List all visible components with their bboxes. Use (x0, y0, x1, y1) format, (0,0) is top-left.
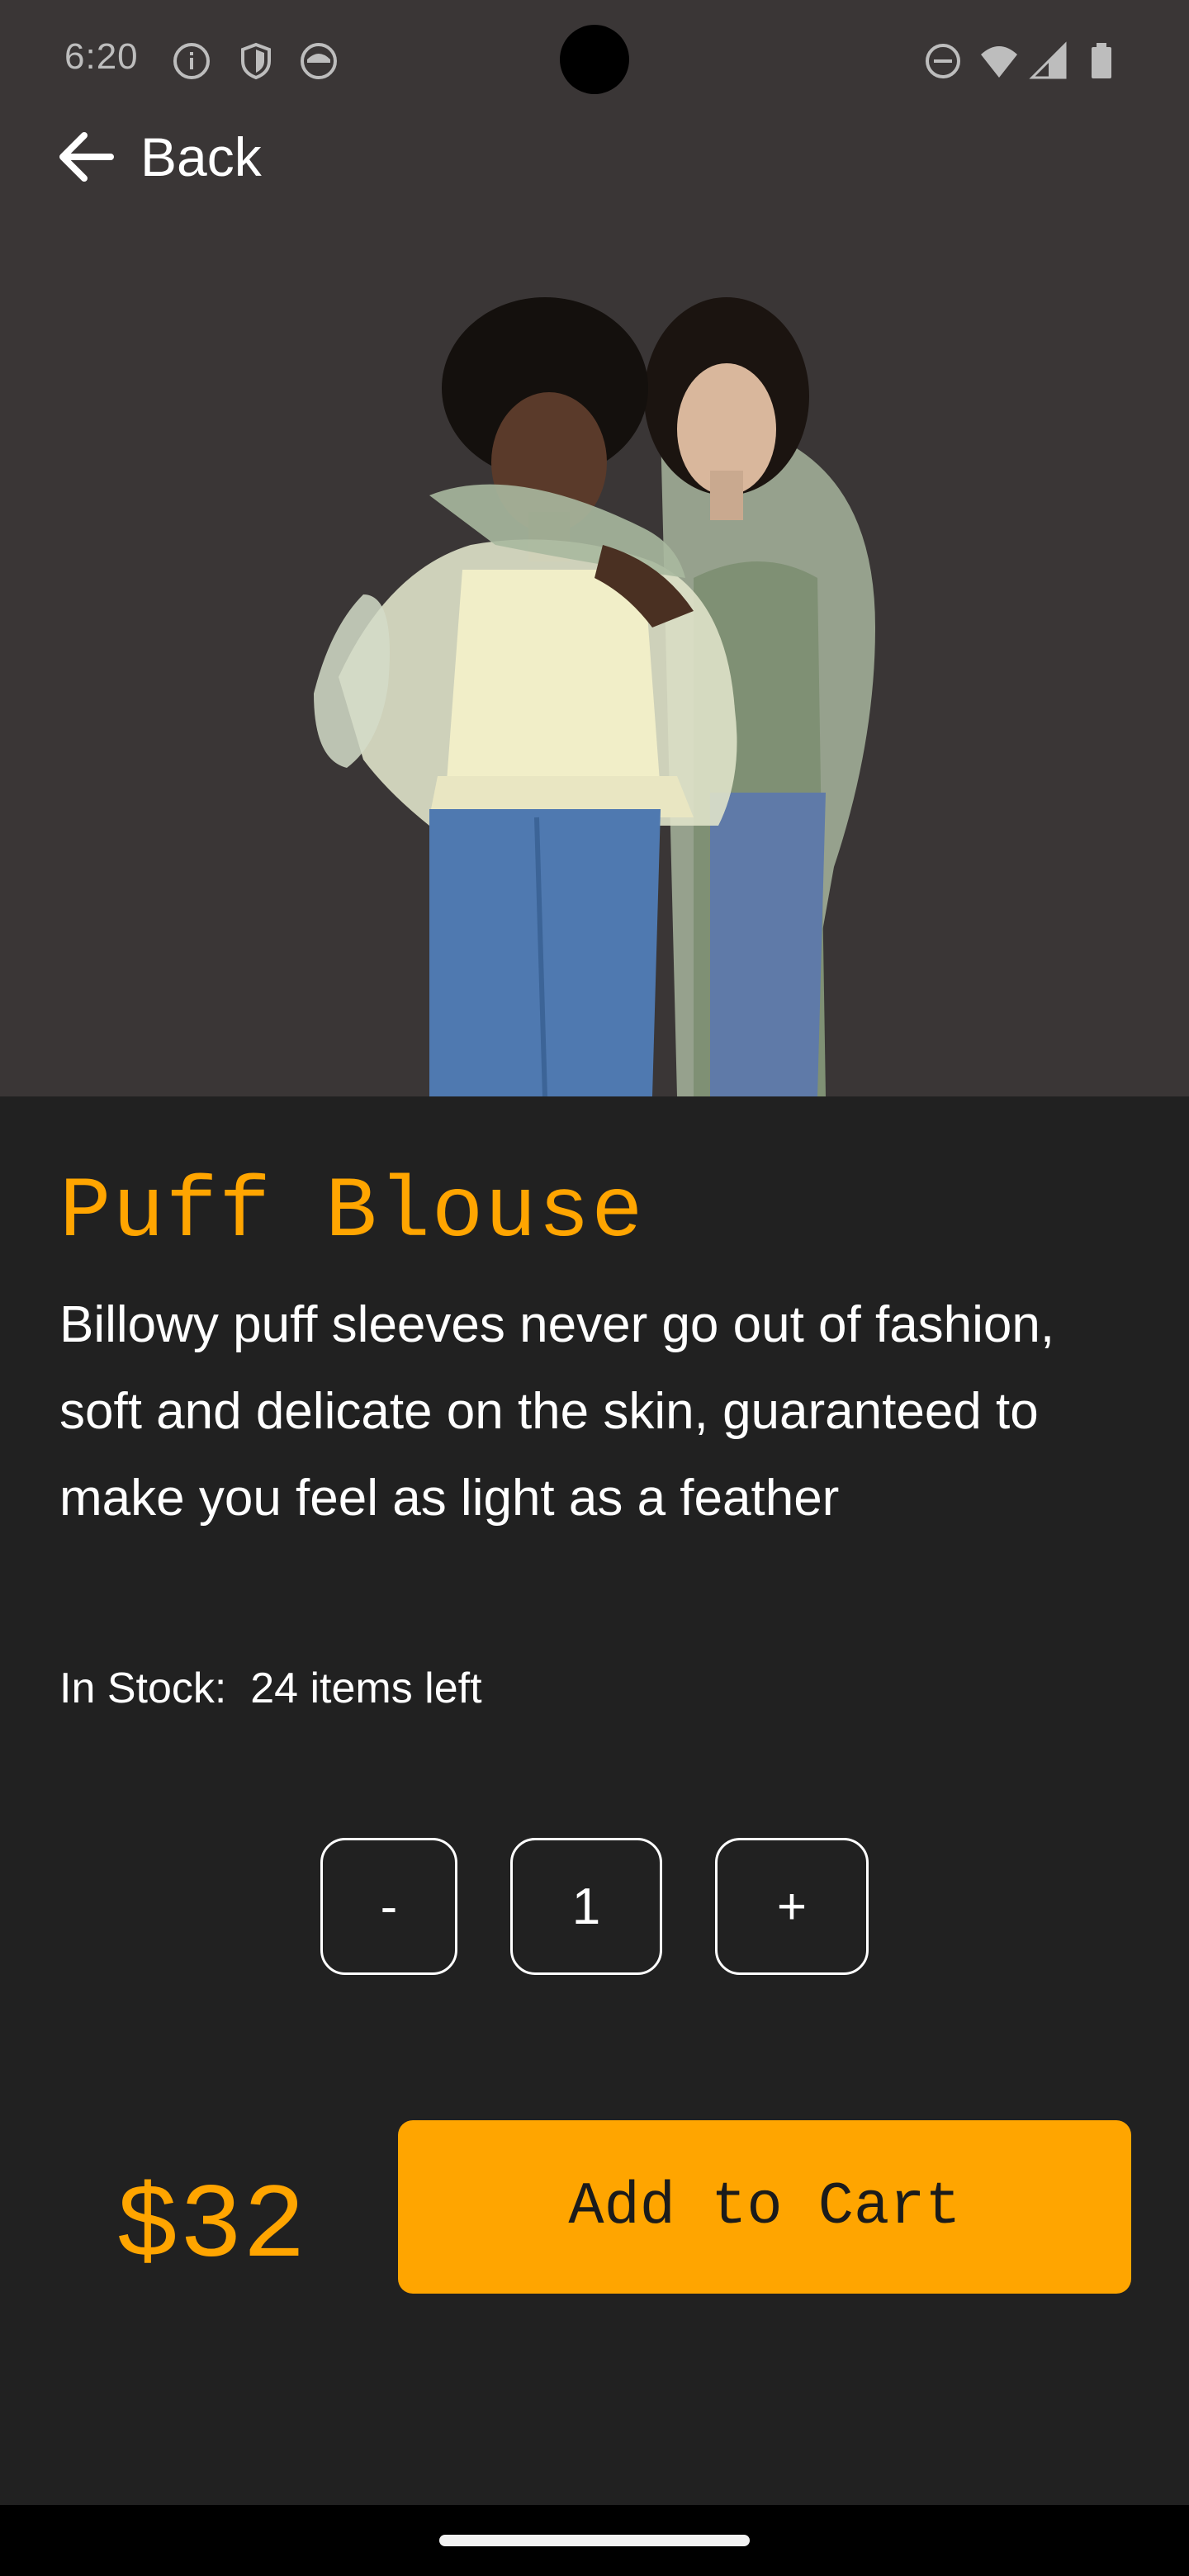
quantity-value: 1 (510, 1838, 662, 1975)
back-label: Back (140, 126, 262, 187)
add-to-cart-button[interactable]: Add to Cart (398, 2120, 1131, 2294)
decrement-button[interactable]: - (320, 1838, 457, 1975)
status-time: 6:20 (64, 36, 139, 77)
battery-icon (1092, 43, 1111, 78)
product-price: $32 (116, 2168, 306, 2288)
increment-button[interactable]: + (715, 1838, 869, 1975)
do-not-disturb-icon (926, 44, 960, 78)
arrow-left-icon (59, 132, 114, 182)
home-gesture-handle[interactable] (439, 2535, 750, 2546)
wifi-icon (981, 46, 1017, 78)
product-title: Puff Blouse (59, 1164, 645, 1262)
stock-status: In Stock: 24 items left (59, 1664, 482, 1712)
product-detail-screen: 6:20 Back Puff Blouse Billowy puff sleev… (0, 0, 1189, 2576)
info-icon (173, 43, 210, 79)
shield-icon (241, 42, 271, 80)
camera-cutout (560, 25, 629, 94)
signal-icon (1029, 41, 1067, 79)
product-description: Billowy puff sleeves never go out of fas… (59, 1296, 1055, 1527)
face-icon (301, 43, 337, 79)
back-button[interactable]: Back (54, 124, 262, 190)
status-bar: 6:20 (0, 0, 1189, 124)
navigation-bar (0, 2505, 1189, 2576)
